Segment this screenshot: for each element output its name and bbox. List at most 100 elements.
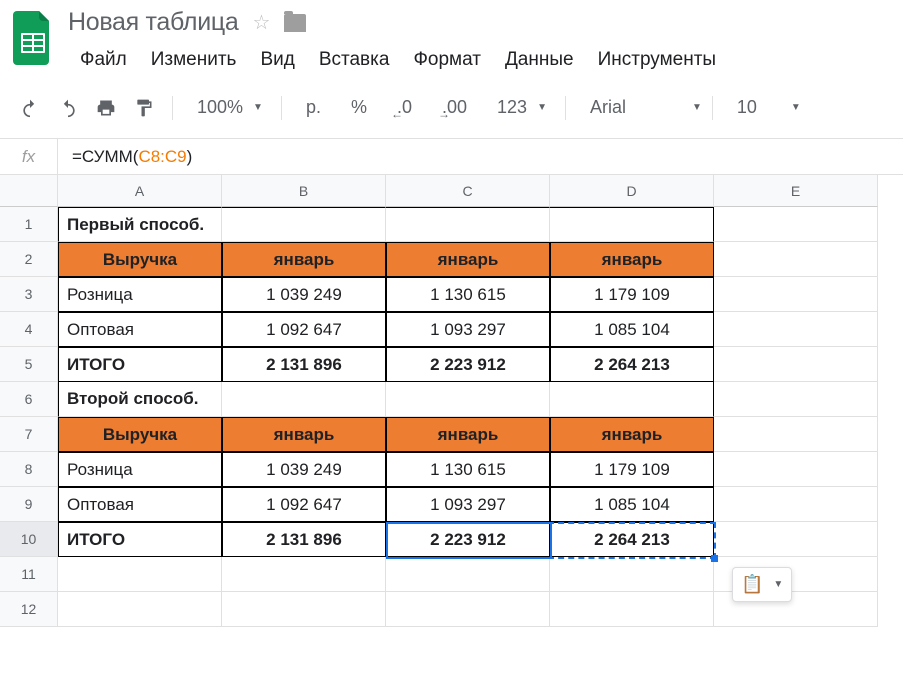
decrease-decimal[interactable]: .0← — [383, 87, 426, 128]
menu-data[interactable]: Данные — [493, 43, 586, 77]
cell[interactable]: январь — [222, 242, 386, 277]
zoom-select[interactable]: 100%▼ — [183, 87, 271, 128]
increase-decimal[interactable]: .00→ — [428, 87, 481, 128]
more-formats[interactable]: 123▼ — [483, 87, 555, 128]
format-currency[interactable]: р. — [292, 87, 335, 128]
cell[interactable]: Второй способ. — [58, 382, 222, 417]
col-header[interactable]: C — [386, 175, 550, 207]
cell[interactable]: Оптовая — [58, 487, 222, 522]
cell[interactable]: 1 085 104 — [550, 312, 714, 347]
cell[interactable] — [714, 242, 878, 277]
cell[interactable] — [714, 452, 878, 487]
cell[interactable] — [714, 522, 878, 557]
fx-icon[interactable]: fx — [0, 139, 58, 174]
font-size-select[interactable]: 10 — [723, 87, 771, 128]
cell[interactable]: 1 092 647 — [222, 487, 386, 522]
cell[interactable]: 1 092 647 — [222, 312, 386, 347]
cell[interactable] — [58, 557, 222, 592]
cell[interactable]: 1 039 249 — [222, 277, 386, 312]
cell[interactable]: Выручка — [58, 417, 222, 452]
undo-button[interactable] — [12, 92, 48, 124]
cell[interactable]: Первый способ. — [58, 207, 222, 242]
cell[interactable]: ИТОГО — [58, 347, 222, 382]
cell[interactable]: 2 264 213 — [550, 522, 714, 557]
row-header[interactable]: 7 — [0, 417, 58, 452]
cell[interactable] — [386, 207, 550, 242]
cell[interactable]: 1 179 109 — [550, 277, 714, 312]
folder-icon[interactable] — [284, 14, 306, 32]
col-header[interactable]: E — [714, 175, 878, 207]
cell[interactable]: ИТОГО — [58, 522, 222, 557]
cell[interactable]: 2 223 912 — [386, 347, 550, 382]
cell[interactable]: 1 130 615 — [386, 452, 550, 487]
row-header[interactable]: 8 — [0, 452, 58, 487]
cell[interactable]: январь — [550, 417, 714, 452]
cell[interactable] — [550, 592, 714, 627]
cell[interactable] — [386, 382, 550, 417]
menu-insert[interactable]: Вставка — [307, 43, 402, 77]
cell[interactable]: 2 131 896 — [222, 522, 386, 557]
cell[interactable] — [550, 207, 714, 242]
cell[interactable] — [386, 557, 550, 592]
menu-file[interactable]: Файл — [68, 43, 139, 77]
cell[interactable]: Оптовая — [58, 312, 222, 347]
sheets-logo[interactable] — [10, 8, 56, 68]
fill-handle[interactable] — [711, 555, 718, 562]
cell-active[interactable]: 2 223 912 — [386, 522, 550, 557]
menu-view[interactable]: Вид — [248, 43, 306, 77]
cell[interactable]: 1 039 249 — [222, 452, 386, 487]
cell[interactable] — [714, 382, 878, 417]
cell[interactable] — [550, 382, 714, 417]
row-header[interactable]: 4 — [0, 312, 58, 347]
redo-button[interactable] — [50, 92, 86, 124]
paint-format-button[interactable] — [126, 92, 162, 124]
cell[interactable]: январь — [386, 417, 550, 452]
col-header[interactable]: D — [550, 175, 714, 207]
document-title[interactable]: Новая таблица — [68, 8, 239, 37]
menu-tools[interactable]: Инструменты — [586, 43, 728, 77]
select-all-corner[interactable] — [0, 175, 58, 207]
cell[interactable] — [550, 557, 714, 592]
cell[interactable]: январь — [550, 242, 714, 277]
row-header[interactable]: 2 — [0, 242, 58, 277]
cell[interactable]: 1 130 615 — [386, 277, 550, 312]
cell[interactable]: 1 085 104 — [550, 487, 714, 522]
menu-format[interactable]: Формат — [401, 43, 493, 77]
font-chevron-icon[interactable]: ▼ — [692, 102, 702, 113]
font-select[interactable]: Arial — [576, 87, 686, 128]
col-header[interactable]: B — [222, 175, 386, 207]
paste-options-popup[interactable]: 📋 ▼ — [732, 567, 792, 602]
cell[interactable]: 2 131 896 — [222, 347, 386, 382]
menu-edit[interactable]: Изменить — [139, 43, 249, 77]
row-header[interactable]: 9 — [0, 487, 58, 522]
cell[interactable]: 1 093 297 — [386, 312, 550, 347]
row-header[interactable]: 1 — [0, 207, 58, 242]
cell[interactable]: январь — [222, 417, 386, 452]
cell[interactable]: Розница — [58, 277, 222, 312]
cell[interactable] — [714, 207, 878, 242]
cell[interactable] — [714, 312, 878, 347]
cell[interactable] — [714, 487, 878, 522]
format-percent[interactable]: % — [337, 87, 381, 128]
cell[interactable]: январь — [386, 242, 550, 277]
cell[interactable]: Выручка — [58, 242, 222, 277]
row-header[interactable]: 5 — [0, 347, 58, 382]
col-header[interactable]: A — [58, 175, 222, 207]
cell[interactable] — [714, 277, 878, 312]
cell[interactable]: Розница — [58, 452, 222, 487]
cell[interactable] — [386, 592, 550, 627]
print-button[interactable] — [88, 92, 124, 124]
font-size-chevron-icon[interactable]: ▼ — [791, 102, 801, 113]
star-icon[interactable]: ☆ — [253, 10, 271, 35]
cell[interactable] — [714, 417, 878, 452]
row-header[interactable]: 11 — [0, 557, 58, 592]
cell[interactable] — [222, 382, 386, 417]
row-header[interactable]: 3 — [0, 277, 58, 312]
row-header[interactable]: 6 — [0, 382, 58, 417]
cell[interactable] — [222, 592, 386, 627]
cell[interactable] — [222, 557, 386, 592]
cell[interactable]: 1 179 109 — [550, 452, 714, 487]
row-header[interactable]: 12 — [0, 592, 58, 627]
cell[interactable] — [58, 592, 222, 627]
row-header[interactable]: 10 — [0, 522, 58, 557]
